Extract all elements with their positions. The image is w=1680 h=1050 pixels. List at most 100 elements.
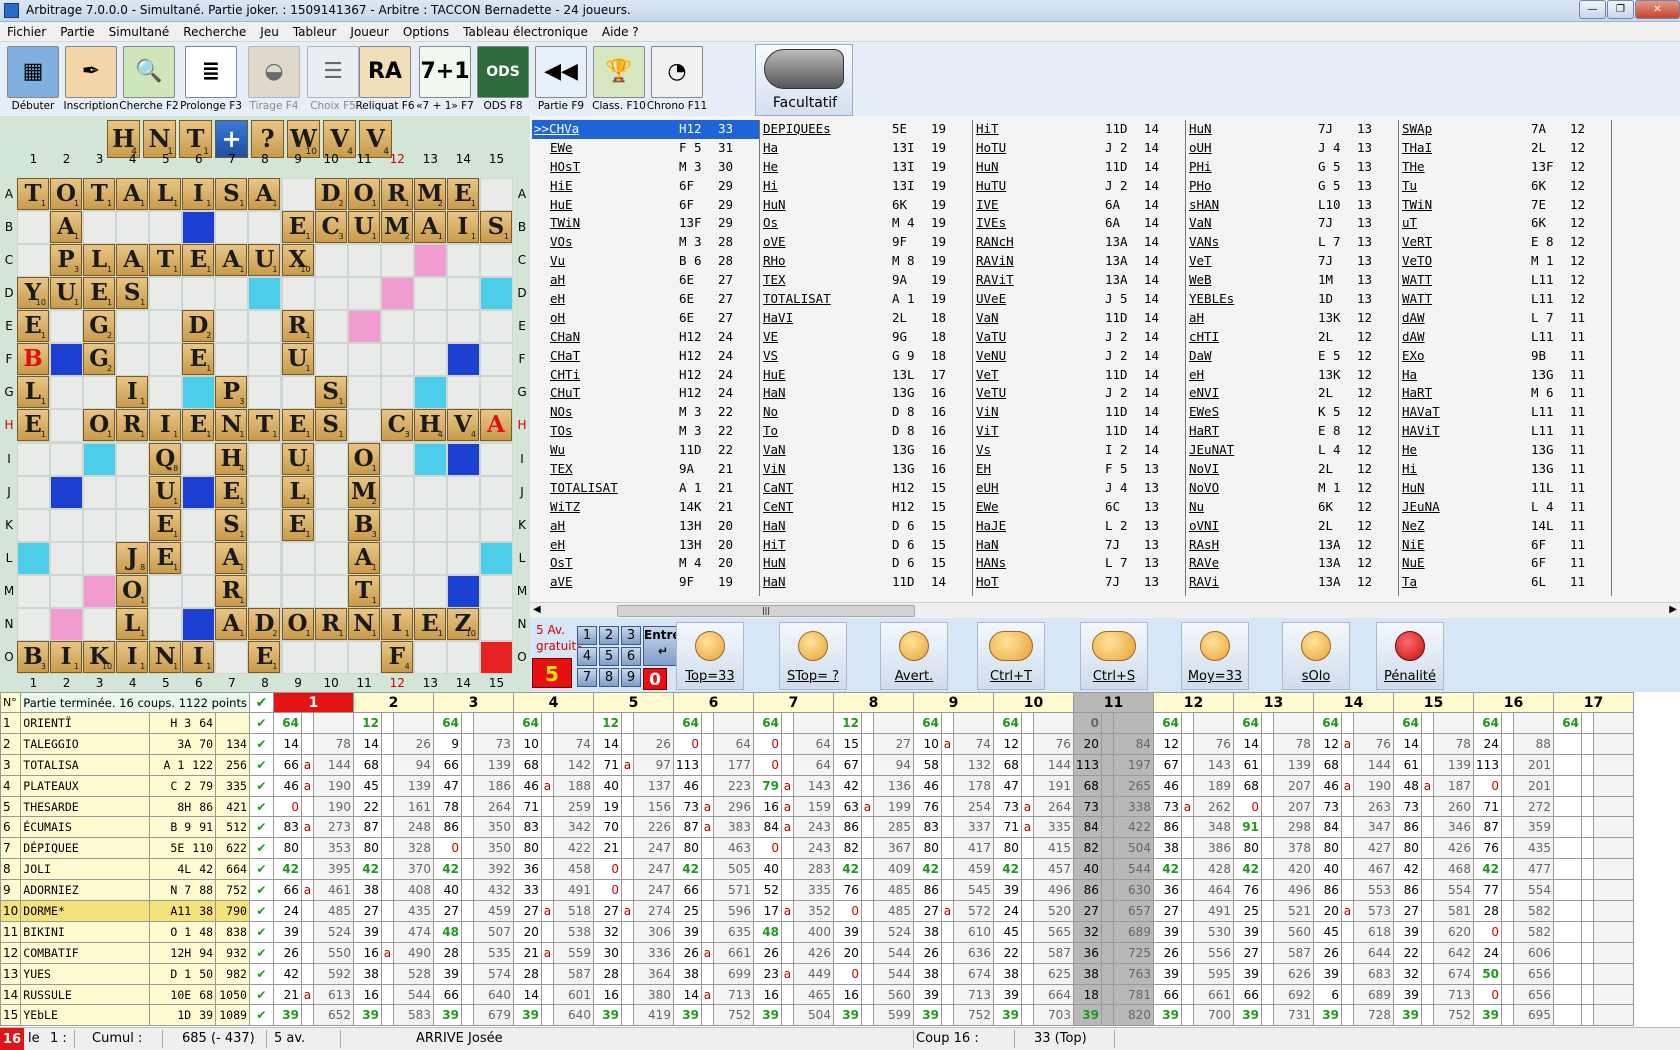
coup-score[interactable]	[1552, 879, 1582, 902]
solution-row[interactable]: CHuT H12 24	[532, 384, 759, 403]
board-square[interactable]	[84, 608, 116, 640]
board-square[interactable]	[480, 509, 512, 541]
coup-score[interactable]: 77	[1472, 879, 1502, 902]
stop--button[interactable]: STop= ?	[779, 622, 847, 690]
coup-score[interactable]: 21	[592, 837, 622, 860]
coup-score[interactable]: 38	[1152, 837, 1182, 860]
premium-square[interactable]	[84, 443, 116, 475]
solution-row[interactable]: SWAp 7A 12	[1384, 120, 1611, 139]
board-square[interactable]	[249, 575, 281, 607]
coup-score[interactable]: 0	[1232, 795, 1262, 818]
solution-row[interactable]: CaNT H12 15	[745, 479, 972, 498]
premium-square[interactable]	[183, 212, 215, 244]
premium-square[interactable]	[447, 575, 479, 607]
coup-score[interactable]: 66	[672, 879, 702, 902]
board-square[interactable]	[381, 245, 413, 277]
solution-row[interactable]: eUH J 4 13	[958, 479, 1185, 498]
close-button[interactable]: ✕	[1635, 0, 1680, 19]
coup-score[interactable]: 64	[1392, 712, 1422, 734]
coup-score[interactable]: 68	[512, 753, 542, 776]
solution-row[interactable]: dAW L11 11	[1384, 328, 1611, 347]
coup-score[interactable]: 83	[272, 816, 302, 839]
coup-score[interactable]: 27	[1392, 900, 1422, 922]
board-square[interactable]	[183, 278, 215, 310]
menu-7[interactable]: Options	[396, 25, 456, 39]
coup-score[interactable]: 82	[832, 837, 862, 860]
solution-row[interactable]: TOTALISAT A 1 21	[532, 479, 759, 498]
coup-score[interactable]: 39	[432, 1004, 462, 1027]
coup-score[interactable]: 45	[1312, 920, 1342, 943]
board-square[interactable]	[315, 641, 347, 673]
key-7[interactable]: 7	[577, 668, 597, 687]
coup-score[interactable]: 39	[1472, 1004, 1502, 1027]
coup-score[interactable]: 39	[1152, 962, 1182, 985]
premium-square[interactable]	[348, 311, 380, 343]
coup-score[interactable]: 39	[1072, 1004, 1102, 1027]
solution-row[interactable]: NiE 6F 11	[1384, 536, 1611, 555]
coup-score[interactable]: 23	[752, 962, 782, 985]
menu-4[interactable]: Jeu	[253, 25, 286, 39]
coup-score[interactable]: 87	[352, 816, 382, 839]
coup-score[interactable]: 68	[352, 753, 382, 776]
zero-key[interactable]: 0	[643, 668, 667, 690]
scrabble-board[interactable]: T1O1T1A1L1I1S1A1D2O1R1M2E1A1E1C3U1M2A1I1…	[17, 178, 513, 674]
tool-11[interactable]: ◔ Chrono F11	[646, 44, 708, 116]
premium-square[interactable]	[414, 377, 446, 409]
coup-score[interactable]: 76	[1472, 837, 1502, 860]
coup-score[interactable]: 26	[272, 941, 302, 964]
premium-square[interactable]	[51, 608, 83, 640]
coup-score[interactable]: 40	[592, 774, 622, 797]
coup-score[interactable]: 64	[1152, 712, 1182, 734]
moy-33-button[interactable]: Moy=33	[1181, 622, 1249, 690]
coup-score[interactable]: 42	[432, 858, 462, 881]
coup-score[interactable]	[1552, 962, 1582, 985]
solution-row[interactable]: HOsT M 3 30	[532, 158, 759, 177]
coup-score[interactable]: 86	[432, 816, 462, 839]
board-square[interactable]	[249, 311, 281, 343]
coup-score[interactable]: 86	[912, 879, 942, 902]
coup-score[interactable]: 0	[1472, 983, 1502, 1006]
coup-score[interactable]: 39	[992, 879, 1022, 902]
coup-score[interactable]: 39	[1232, 962, 1262, 985]
solution-row[interactable]: IVE 6A 14	[958, 196, 1185, 215]
board-square[interactable]	[348, 377, 380, 409]
coup-score[interactable]: 83	[512, 816, 542, 839]
coup-score[interactable]: 46	[272, 774, 302, 797]
coup-score[interactable]: 19	[592, 795, 622, 818]
coup-score[interactable]: 39	[1312, 962, 1342, 985]
coup-score[interactable]: 84	[752, 816, 782, 839]
board-square[interactable]	[315, 311, 347, 343]
player-row[interactable]: 11 BIKINI O 1 48 838 ✔ 39 524 39 474 48 507 20 538 32 3…	[0, 920, 1634, 943]
player-row[interactable]: 7 DÉPIQUEE 5E 110 622 ✔ 80 353 80 328 0 350 80 422 21 2…	[0, 837, 1634, 860]
coup-score[interactable]: 39	[352, 1004, 382, 1027]
board-square[interactable]	[381, 443, 413, 475]
board-square[interactable]	[216, 344, 248, 376]
coup-score[interactable]: 73	[672, 795, 702, 818]
coup-score[interactable]: 27	[1232, 941, 1262, 964]
premium-square[interactable]	[84, 575, 116, 607]
coup-score[interactable]: 39	[512, 1004, 542, 1027]
coup-score[interactable]: 64	[512, 712, 542, 734]
solution-row[interactable]: sHAN L10 13	[1171, 196, 1398, 215]
coup-score[interactable]: 83	[912, 816, 942, 839]
solution-row[interactable]: He 13G 11	[1384, 441, 1611, 460]
coup-score[interactable]: 86	[832, 816, 862, 839]
key-5[interactable]: 5	[599, 647, 619, 666]
solution-row[interactable]: Ha 13G 11	[1384, 366, 1611, 385]
coup-score[interactable]: 38	[352, 962, 382, 985]
premium-square[interactable]	[249, 278, 281, 310]
player-row[interactable]: 1 ORIENTÏ H 3 64 ✔ 64 12 64 64 12 64 64 12 64 64 0 64 64 6…	[0, 712, 1634, 734]
board-square[interactable]	[117, 212, 149, 244]
coup-score[interactable]	[1552, 732, 1582, 755]
coup-score[interactable]: 12	[1312, 732, 1342, 755]
coup-score[interactable]: 50	[1472, 962, 1502, 985]
coup-score[interactable]	[1552, 774, 1582, 797]
board-square[interactable]	[84, 476, 116, 508]
board-square[interactable]	[414, 344, 446, 376]
board-square[interactable]	[18, 509, 49, 541]
board-square[interactable]	[18, 476, 49, 508]
coup-score[interactable]: 84	[1312, 816, 1342, 839]
coup-score[interactable]: 42	[672, 858, 702, 881]
coup-score[interactable]: 73	[1312, 795, 1342, 818]
horizontal-scrollbar[interactable]: ◀ ||| ▶	[530, 602, 1680, 618]
